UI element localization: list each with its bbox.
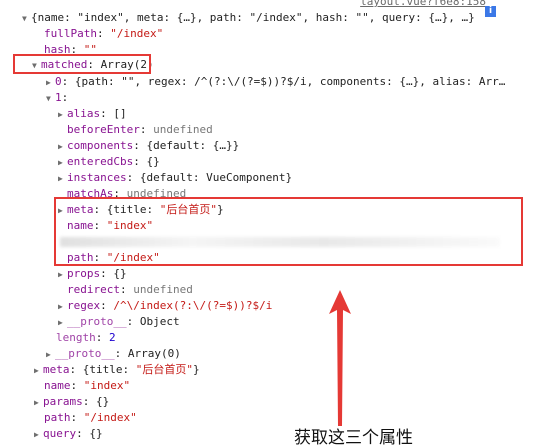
prop-fullpath: fullPath: "/index" [44, 27, 164, 40]
expand-triangle-icon[interactable]: ▶ [58, 299, 67, 315]
summary-text: {name: "index", meta: {…}, path: "/index… [31, 11, 475, 24]
prop-route-name: name: "index" [44, 379, 131, 392]
expand-triangle-icon[interactable]: ▶ [58, 155, 67, 171]
prop-params[interactable]: ▶ params: {} [34, 394, 109, 410]
prop-enteredcbs[interactable]: ▶ enteredCbs: {} [58, 154, 160, 170]
prop-proto-array[interactable]: ▶ __proto__: Array(0) [46, 346, 181, 362]
prop-redirect: redirect: undefined [67, 283, 193, 296]
highlight-box-props [54, 197, 523, 266]
prop-beforeenter: beforeEnter: undefined [67, 123, 213, 136]
info-icon[interactable]: i [485, 6, 496, 17]
prop-length: length: 2 [56, 331, 116, 344]
prop-alias[interactable]: ▶ alias: [] [58, 106, 127, 122]
expand-triangle-icon[interactable]: ▶ [58, 267, 67, 283]
prop-proto-object[interactable]: ▶ __proto__: Object [58, 314, 180, 330]
prop-route-meta[interactable]: ▶ meta: {title: "后台首页"} [34, 362, 200, 378]
expand-triangle-icon[interactable]: ▶ [58, 315, 67, 331]
route-object-summary[interactable]: ▼ {name: "index", meta: {…}, path: "/inde… [22, 10, 475, 26]
expand-triangle-icon[interactable]: ▶ [46, 347, 55, 363]
expand-triangle-icon[interactable]: ▶ [34, 363, 43, 379]
source-link[interactable]: layout.vue?f6e8:158 [360, 0, 486, 10]
expand-triangle-icon[interactable]: ▼ [46, 91, 55, 107]
prop-instances[interactable]: ▶ instances: {default: VueComponent} [58, 170, 292, 186]
expand-triangle-icon[interactable]: ▶ [46, 75, 55, 91]
prop-route-path: path: "/index" [44, 411, 137, 424]
matched-item-1[interactable]: ▼ 1: [46, 90, 68, 106]
prop-props[interactable]: ▶ props: {} [58, 266, 127, 282]
matched-item-0[interactable]: ▶ 0: {path: "", regex: /^(?:\/(?=$))?$/i,… [46, 74, 505, 90]
expand-triangle-icon[interactable]: ▶ [58, 139, 67, 155]
expand-triangle-icon[interactable]: ▶ [58, 171, 67, 187]
arrow-up-icon [329, 290, 351, 426]
prop-regex[interactable]: ▶ regex: /^\/index(?:\/(?=$))?$/i [58, 298, 272, 314]
expand-triangle-icon[interactable]: ▶ [58, 107, 67, 123]
highlight-box-matched [13, 54, 151, 74]
expand-triangle-icon[interactable]: ▼ [22, 11, 31, 27]
prop-query[interactable]: ▶ query: {} [34, 426, 103, 442]
annotation-text: 获取这三个属性 [294, 428, 413, 448]
expand-triangle-icon[interactable]: ▶ [34, 427, 43, 443]
expand-triangle-icon[interactable]: ▶ [34, 395, 43, 411]
prop-components[interactable]: ▶ components: {default: {…}} [58, 138, 239, 154]
